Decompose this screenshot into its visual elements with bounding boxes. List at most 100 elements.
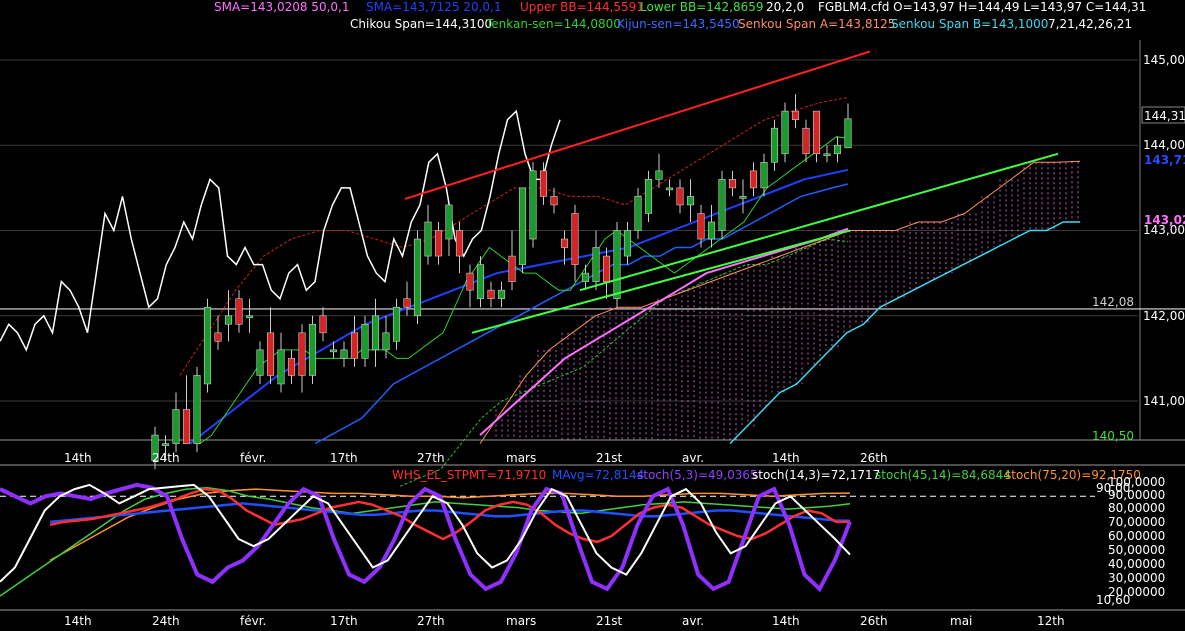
osc-tick: 50,00000 bbox=[1108, 543, 1165, 557]
osc-tick: 60,00000 bbox=[1108, 529, 1165, 543]
legend-senkou-a: Senkou Span A=143,8125 bbox=[738, 17, 895, 31]
low-label: 140,50 bbox=[1092, 429, 1134, 443]
candle-down bbox=[466, 272, 474, 291]
price-tick: 142,00 bbox=[1143, 309, 1185, 323]
candle-up bbox=[277, 349, 285, 385]
osc-lower-level: 10,60 bbox=[1096, 593, 1130, 607]
candle-up bbox=[739, 196, 747, 199]
candle-down bbox=[812, 110, 821, 155]
candle-up bbox=[172, 409, 180, 444]
x-tick: mars bbox=[506, 451, 536, 465]
sma-price-tag: 143,02 bbox=[1144, 213, 1185, 227]
price-tick: 144,00 bbox=[1143, 138, 1185, 152]
legend-lower-bb: Lower BB=142,8659 bbox=[640, 0, 764, 14]
candle-up bbox=[592, 247, 600, 282]
price-tick: 141,00 bbox=[1143, 394, 1185, 408]
x-tick: 26th bbox=[860, 451, 888, 465]
candle-down bbox=[403, 298, 411, 308]
legend-chikou: Chikou Span=144,3100 bbox=[350, 17, 492, 31]
candle-up bbox=[634, 196, 642, 231]
candle-up bbox=[644, 179, 653, 214]
candle-down bbox=[235, 298, 243, 325]
legend-kijun: Kijun-sen=143,5450 bbox=[617, 17, 740, 31]
candle-down bbox=[560, 238, 569, 248]
candle-down bbox=[434, 230, 443, 257]
candle-up bbox=[340, 349, 348, 359]
candle-down bbox=[697, 213, 705, 240]
candle-down bbox=[676, 187, 684, 206]
candle-down bbox=[749, 170, 758, 189]
candle-up bbox=[193, 375, 201, 444]
candle-up bbox=[203, 306, 212, 385]
chart-canvas: SMA=143,0208 50,0,1 SMA=143,7125 20,0,1 … bbox=[0, 0, 1185, 628]
candle-up bbox=[224, 315, 233, 325]
candlesticks bbox=[151, 94, 852, 470]
legend-stoch5: stoch(5,3)=49,0365 bbox=[637, 468, 758, 482]
x-tick: 17th bbox=[330, 614, 358, 628]
x-tick: 17th bbox=[330, 451, 358, 465]
candle-down bbox=[602, 255, 611, 282]
x-tick: 14th bbox=[64, 614, 92, 628]
support-trend-line bbox=[471, 229, 851, 334]
osc-tick: 80,00000 bbox=[1108, 501, 1165, 515]
x-tick: 26th bbox=[860, 614, 888, 628]
candle-up bbox=[497, 289, 506, 299]
candle-down bbox=[266, 332, 275, 376]
candle-up bbox=[655, 170, 663, 180]
x-tick: févr. bbox=[240, 451, 266, 465]
osc-tick: 30,00000 bbox=[1108, 571, 1165, 585]
candle-up bbox=[665, 187, 674, 191]
stoch5-line bbox=[0, 483, 851, 583]
x-tick: 27th bbox=[417, 614, 445, 628]
x-tick: avr. bbox=[682, 451, 704, 465]
x-tick: 27th bbox=[417, 451, 445, 465]
osc-tick: 40,00000 bbox=[1108, 557, 1165, 571]
x-tick: mars bbox=[506, 614, 536, 628]
candle-down bbox=[539, 170, 548, 197]
candle-up bbox=[392, 306, 401, 342]
candle-up bbox=[245, 315, 254, 319]
x-axis-upper: 14th 24th févr. 17th 27th mars 21st avr.… bbox=[64, 451, 888, 465]
candle-up bbox=[844, 118, 852, 149]
candle-down bbox=[182, 409, 191, 444]
candle-up bbox=[833, 144, 842, 155]
legend-sma20: SMA=143,7125 20,0,1 bbox=[366, 0, 501, 14]
legend-sma50: SMA=143,0208 50,0,1 bbox=[214, 0, 349, 14]
candle-down bbox=[214, 332, 222, 342]
candle-up bbox=[613, 230, 621, 299]
legend-symbol-ohlc: FGBLM4.cfd O=143,97 H=144,49 L=143,97 C=… bbox=[818, 0, 1146, 14]
candle-down bbox=[455, 230, 464, 257]
oscillator-axis: 100,0000 90,00000 80,00000 70,00000 60,0… bbox=[1096, 475, 1165, 607]
x-tick: 14th bbox=[64, 451, 92, 465]
x-tick: 21st bbox=[596, 451, 623, 465]
legend-senkou-b: Senkou Span B=143,1000 bbox=[891, 17, 1048, 31]
legend-stoch45: stoch(45,14)=84,6844 bbox=[875, 468, 1011, 482]
candle-up bbox=[781, 110, 789, 155]
legend-ichimoku-params: 7,21,42,26,21 bbox=[1048, 17, 1132, 31]
candle-up bbox=[686, 196, 695, 206]
support-trend-line-2 bbox=[579, 152, 1059, 292]
candle-down bbox=[802, 127, 810, 155]
last-price-label: 144,31 bbox=[1144, 109, 1185, 123]
x-tick: 24th bbox=[152, 451, 180, 465]
candle-up bbox=[518, 187, 527, 265]
osc-tick: 70,00000 bbox=[1108, 515, 1165, 529]
candle-up bbox=[413, 238, 422, 317]
kijun-price-tag: 143,71 bbox=[1144, 153, 1185, 167]
bollinger-upper-line bbox=[179, 97, 849, 376]
candle-up bbox=[161, 443, 170, 446]
x-axis-lower: 14th 24th févr. 17th 27th mars 21st avr.… bbox=[64, 614, 1065, 628]
candle-up bbox=[476, 264, 485, 300]
candle-down bbox=[728, 179, 737, 189]
oscillator-panel bbox=[0, 482, 1095, 597]
candle-up bbox=[308, 323, 317, 376]
x-tick: 24th bbox=[152, 614, 180, 628]
x-tick: avr. bbox=[682, 614, 704, 628]
candle-down bbox=[550, 196, 558, 206]
candle-up bbox=[623, 230, 632, 257]
candle-down bbox=[487, 289, 495, 299]
legend-bb-params: 20,2,0 bbox=[766, 0, 804, 14]
candle-up bbox=[760, 162, 768, 189]
candle-up bbox=[581, 272, 590, 282]
osc-upper-level: 90,00 bbox=[1096, 481, 1130, 495]
